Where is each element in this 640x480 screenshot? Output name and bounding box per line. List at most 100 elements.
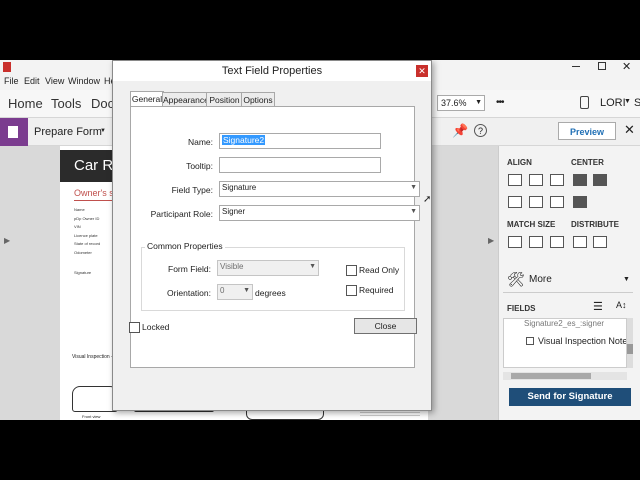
chevron-down-icon: ▼	[475, 99, 482, 106]
field-type-select[interactable]: Signature ▼	[219, 181, 420, 197]
left-arrow-icon[interactable]: ▶	[4, 236, 10, 245]
locked-label: Locked	[142, 322, 170, 332]
align-label: ALIGN	[507, 158, 532, 167]
tools-tab[interactable]: Tools	[51, 96, 81, 111]
preview-button[interactable]: Preview	[558, 122, 616, 140]
more-tools-label[interactable]: More	[529, 274, 552, 285]
send-for-signature-button[interactable]: Send for Signature	[509, 388, 631, 406]
prepare-form-chevron-icon[interactable]: ▼	[100, 128, 106, 134]
tab-appearance[interactable]: Appearance	[162, 92, 209, 107]
dialog-close-icon[interactable]: ✕	[416, 65, 428, 77]
dialog-title: Text Field Properties	[113, 61, 431, 81]
user-name[interactable]: LORI	[600, 97, 626, 109]
participant-role-select[interactable]: Signer ▼	[219, 205, 420, 221]
common-properties-group	[141, 247, 405, 311]
close-form-icon[interactable]: ✕	[624, 122, 635, 138]
user-chevron-icon[interactable]: ▼	[624, 98, 631, 105]
fields-list: Signature2_es_:signer Visual Inspection …	[503, 318, 627, 368]
maximize-icon[interactable]	[598, 62, 606, 70]
inspection-section-title: Visual Inspection –	[72, 354, 114, 360]
locked-checkbox[interactable]	[129, 322, 140, 333]
mouse-cursor-icon: ➚	[423, 194, 432, 205]
orientation-select[interactable]: 0 ▼	[217, 284, 253, 300]
align-left-icon[interactable]	[508, 174, 522, 186]
menu-file[interactable]: File	[4, 76, 19, 86]
field-type-label: Field Type:	[171, 185, 213, 195]
read-only-label: Read Only	[359, 265, 400, 275]
sort-az-icon[interactable]: A↕	[616, 300, 627, 310]
align-bottom-icon[interactable]	[550, 196, 564, 208]
name-label: Name:	[187, 137, 213, 147]
minimize-icon[interactable]	[572, 66, 580, 67]
fields-label: FIELDS	[507, 304, 536, 313]
prepare-form-label[interactable]: Prepare Form	[34, 126, 102, 138]
app-window: ✕ File Edit View Window He Home Tools Do…	[0, 60, 640, 420]
right-panel: ALIGN CENTER MATCH SIZE DISTRIBUTE 🛠 Mor…	[498, 146, 640, 420]
required-label: Required	[359, 285, 394, 295]
tooltip-field[interactable]	[219, 157, 381, 173]
front-view-label: Front view	[82, 414, 101, 419]
tab-position[interactable]: Position	[206, 92, 243, 107]
letterbox-bottom	[0, 420, 640, 480]
tab-general[interactable]: General	[130, 91, 164, 107]
name-value: Signature2	[222, 135, 266, 145]
chevron-down-icon: ▼	[410, 208, 417, 215]
participant-role-label: Participant Role:	[150, 209, 213, 219]
align-right-icon[interactable]	[550, 174, 564, 186]
participant-role-value: Signer	[222, 207, 246, 216]
match-height-icon[interactable]	[529, 236, 543, 248]
home-tab[interactable]: Home	[8, 96, 43, 111]
menu-view[interactable]: View	[45, 76, 64, 86]
form-field-label: Form Field:	[168, 264, 211, 274]
user-suffix: S	[634, 97, 640, 109]
center-both-icon[interactable]	[573, 196, 587, 208]
tab-options[interactable]: Options	[241, 92, 275, 107]
more-chevron-icon[interactable]: ▼	[623, 276, 630, 283]
pin-icon[interactable]: 📌	[452, 123, 468, 139]
help-icon[interactable]: ?	[474, 124, 487, 137]
close-window-icon[interactable]: ✕	[622, 60, 631, 73]
match-width-icon[interactable]	[508, 236, 522, 248]
chevron-down-icon: ▼	[410, 184, 417, 191]
chevron-down-icon: ▼	[243, 287, 250, 294]
text-field-properties-dialog: Text Field Properties ✕ General Appearan…	[112, 60, 432, 411]
distribute-vertical-icon[interactable]	[573, 236, 587, 248]
form-field-select[interactable]: Visible ▼	[217, 260, 319, 276]
chevron-down-icon: ▼	[309, 263, 316, 270]
zoom-value: 37.6%	[441, 98, 467, 108]
list-item[interactable]: Visual Inspection Note	[538, 336, 626, 346]
degrees-label: degrees	[255, 288, 286, 298]
read-only-checkbox[interactable]	[346, 265, 357, 276]
tools-icon[interactable]: 🛠	[507, 271, 525, 288]
close-button[interactable]: Close	[354, 318, 417, 334]
align-center-icon[interactable]	[529, 174, 543, 186]
field-icon	[526, 337, 534, 345]
form-field-value: Visible	[220, 262, 244, 271]
align-top-icon[interactable]	[508, 196, 522, 208]
list-item[interactable]: Signature2_es_:signer	[524, 319, 604, 328]
vertical-scrollbar[interactable]	[627, 318, 633, 368]
common-properties-label: Common Properties	[145, 241, 225, 251]
right-arrow-icon[interactable]: ▶	[488, 236, 494, 245]
match-both-icon[interactable]	[550, 236, 564, 248]
required-checkbox[interactable]	[346, 285, 357, 296]
prepare-form-icon	[0, 118, 28, 146]
sort-icon[interactable]: ☰	[593, 300, 603, 313]
center-vertical-icon[interactable]	[593, 174, 607, 186]
name-field[interactable]: Signature2	[219, 133, 381, 149]
document-tab[interactable]: Doc	[91, 96, 114, 111]
distribute-label: DISTRIBUTE	[571, 220, 619, 229]
center-horizontal-icon[interactable]	[573, 174, 587, 186]
align-middle-icon[interactable]	[529, 196, 543, 208]
app-icon	[3, 62, 11, 72]
more-icon[interactable]: •••	[496, 97, 504, 108]
menu-window[interactable]: Window	[68, 76, 100, 86]
horizontal-scrollbar[interactable]	[503, 372, 627, 380]
zoom-field[interactable]: 37.6% ▼	[437, 95, 485, 111]
mobile-icon[interactable]	[580, 96, 589, 109]
distribute-horizontal-icon[interactable]	[593, 236, 607, 248]
menu-edit[interactable]: Edit	[24, 76, 40, 86]
orientation-label: Orientation:	[167, 288, 211, 298]
match-size-label: MATCH SIZE	[507, 220, 556, 229]
tooltip-label: Tooltip:	[186, 161, 213, 171]
